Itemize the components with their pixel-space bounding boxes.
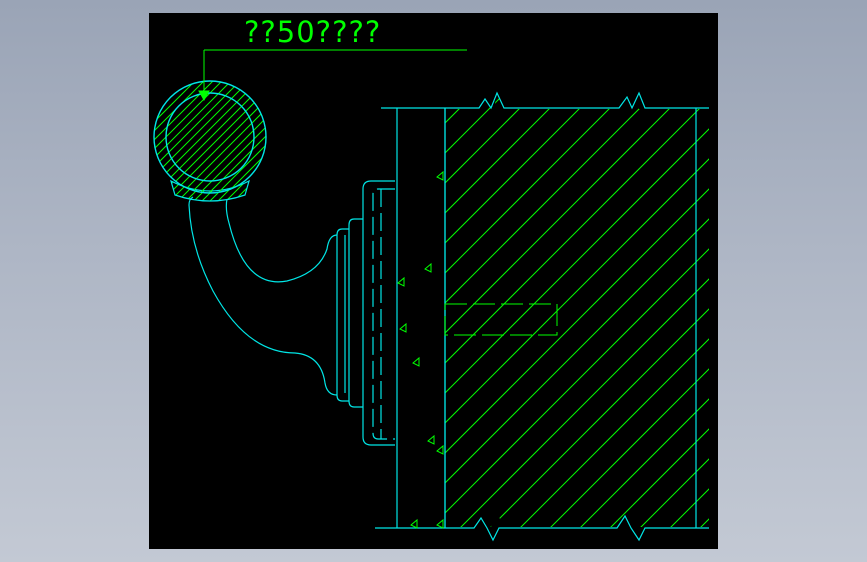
mounting-base-plate (336, 180, 395, 446)
wall-top-break-line (381, 91, 709, 110)
wall-plaster-layer (396, 108, 446, 529)
handrail-bracket-arm (188, 196, 338, 396)
handrail-section-drawing (153, 49, 709, 542)
wall-bottom-break-line (375, 514, 709, 542)
wall-concrete-section (375, 91, 709, 542)
embedded-anchor-bar (444, 303, 558, 336)
callout-leader (198, 49, 467, 102)
callout-annotation-text: ??50???? (244, 15, 382, 49)
rail-collar (170, 179, 250, 202)
cad-viewport[interactable]: ??50???? (149, 13, 718, 549)
